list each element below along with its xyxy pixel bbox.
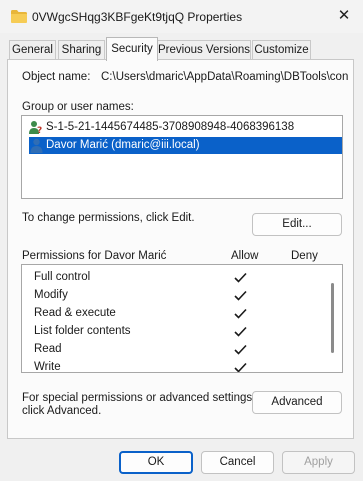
user-icon [30, 138, 43, 153]
group-user-names-label: Group or user names: [22, 101, 134, 113]
cancel-button[interactable]: Cancel [201, 451, 274, 474]
user-name: Davor Marić (dmaric@iii.local) [46, 139, 200, 151]
permission-row-read-execute: Read & execute [34, 304, 314, 322]
allow-check-icon [234, 308, 247, 319]
user-row-sid[interactable]: ? S-1-5-21-1445674485-3708908948-4068396… [28, 119, 328, 136]
svg-text:?: ? [37, 126, 42, 135]
apply-button[interactable]: Apply [282, 451, 355, 474]
change-permissions-hint: To change permissions, click Edit. [22, 212, 195, 224]
user-listbox[interactable]: ? S-1-5-21-1445674485-3708908948-4068396… [21, 115, 343, 199]
allow-check-icon [234, 344, 247, 355]
permission-row-list-folder-contents: List folder contents [34, 322, 314, 340]
permissions-listbox[interactable]: Full control Modify Read & execute List … [21, 264, 343, 373]
permission-name: Read & execute [34, 307, 116, 319]
tab-security[interactable]: Security [106, 37, 158, 61]
tab-general[interactable]: General [9, 40, 56, 60]
user-name: S-1-5-21-1445674485-3708908948-406839613… [46, 121, 295, 133]
tab-sharing[interactable]: Sharing [58, 40, 105, 60]
allow-check-icon [234, 362, 247, 372]
permission-name: Read [34, 343, 62, 355]
object-name-label: Object name: [22, 71, 91, 83]
user-row-davor[interactable]: Davor Marić (dmaric@iii.local) [29, 137, 342, 154]
window-title: 0VWgcSHqg3KBFgeKt9tjqQ Properties [32, 10, 243, 24]
permission-row-write: Write [34, 358, 314, 373]
tab-previous-versions[interactable]: Previous Versions [157, 40, 251, 60]
permission-name: Modify [34, 289, 68, 301]
special-permissions-hint-line2: click Advanced. [22, 405, 102, 417]
permission-name: List folder contents [34, 325, 131, 337]
permissions-scrollbar[interactable] [331, 283, 334, 353]
unknown-user-icon: ? [29, 121, 42, 135]
permissions-header: Permissions for Davor Marić [22, 250, 167, 262]
permission-name: Full control [34, 271, 91, 283]
allow-check-icon [234, 272, 247, 283]
close-icon[interactable]: ✕ [337, 8, 351, 23]
title-bar: 0VWgcSHqg3KBFgeKt9tjqQ Properties ✕ [0, 0, 363, 33]
allow-check-icon [234, 290, 247, 301]
allow-column-header: Allow [231, 250, 259, 262]
permission-row-read: Read [34, 340, 314, 358]
special-permissions-hint-line1: For special permissions or advanced sett… [22, 392, 256, 404]
tab-customize[interactable]: Customize [252, 40, 311, 60]
advanced-button[interactable]: Advanced [252, 391, 342, 414]
permission-row-modify: Modify [34, 286, 314, 304]
deny-column-header: Deny [291, 250, 318, 262]
object-name-value: C:\Users\dmaric\AppData\Roaming\DBTools\… [101, 71, 349, 83]
permission-row-full-control: Full control [34, 268, 314, 286]
allow-check-icon [234, 326, 247, 337]
ok-button[interactable]: OK [119, 451, 193, 474]
edit-button[interactable]: Edit... [252, 213, 342, 236]
folder-icon [11, 10, 27, 23]
permission-name: Write [34, 361, 61, 373]
